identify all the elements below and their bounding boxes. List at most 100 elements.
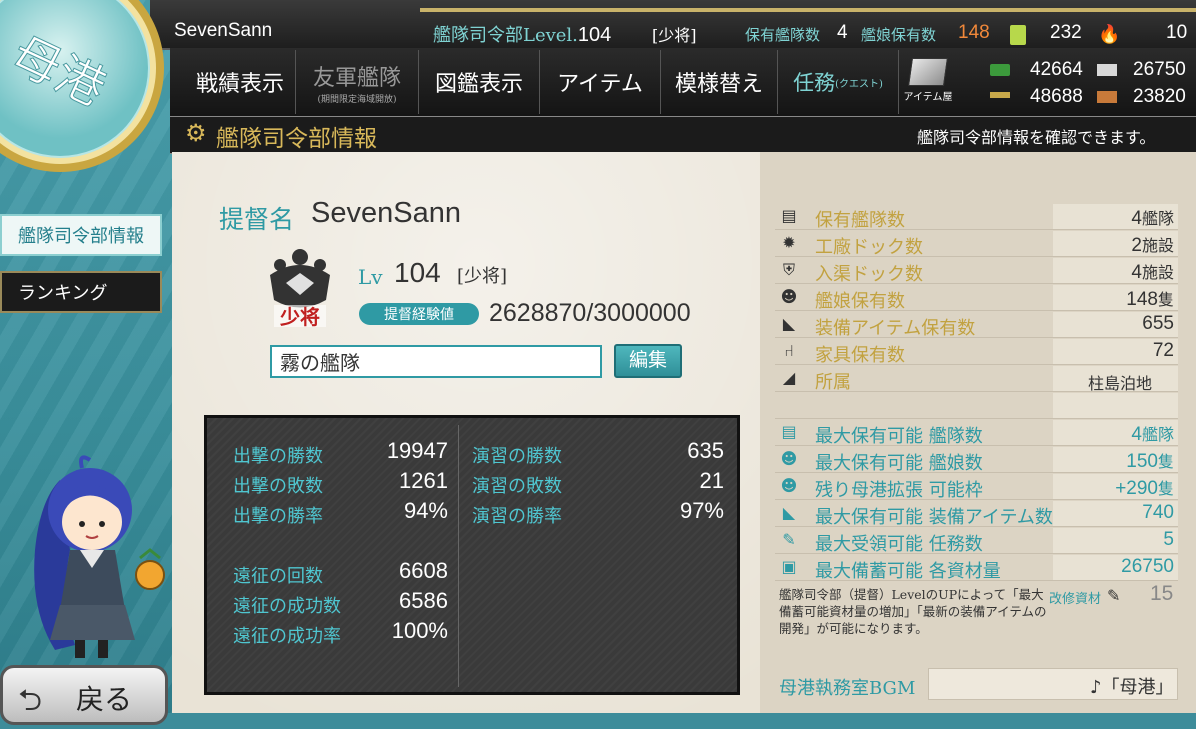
fleet-icon: ▤ <box>781 422 797 441</box>
sidebar-item-hq-info[interactable]: 艦隊司令部情報 <box>0 214 162 256</box>
edit-comment-button[interactable]: 編集 <box>614 344 682 378</box>
nav-album-button[interactable]: 図鑑表示 <box>419 50 540 114</box>
info-value: 4艦隊 <box>1131 208 1174 229</box>
expedition-count-label: 遠征の回数 <box>233 566 323 587</box>
exercise-losses: 21 <box>699 468 724 493</box>
info-row-build-docks: ✹ 工廠ドック数 2施設 <box>775 231 1178 258</box>
sortie-rate-label: 出撃の勝率 <box>233 506 323 527</box>
repair-dock-icon: ⛨ <box>782 260 795 279</box>
sidebar-item-label: ランキング <box>18 283 108 303</box>
nav-quest-label: 任務 <box>793 71 836 95</box>
level-label: Lv <box>358 265 383 289</box>
dev-material-count: 10 <box>1166 22 1188 43</box>
nav-quest-sub: (クエスト) <box>835 78 883 90</box>
sortie-wins-label: 出撃の勝数 <box>233 446 323 467</box>
info-value: 148隻 <box>1126 289 1174 310</box>
info-row-empty <box>775 393 1178 419</box>
max-row-equipment: ◣ 最大保有可能 装備アイテム数 740 <box>775 501 1178 528</box>
bgm-value: ♪「母港」 <box>1090 677 1174 698</box>
hq-level-label: 艦隊司令部Level. <box>433 25 578 46</box>
admiral-level: 104 <box>394 257 441 288</box>
expedition-rate-label: 遠征の成功率 <box>233 626 341 647</box>
shipgirl-icon: ☻ <box>780 287 798 306</box>
admiral-name: SevenSann <box>311 197 461 229</box>
level-up-note: 艦隊司令部（提督）LevelのUPによって「最大備蓄可能資材量の増加」「最新の装… <box>779 587 1047 636</box>
nav-quest-button[interactable]: 任務 (クエスト) <box>778 50 899 114</box>
secretary-shipgirl <box>34 455 165 658</box>
equipment-icon: ◣ <box>782 503 796 522</box>
info-row-shipgirls: ☻ 艦娘保有数 148隻 <box>775 285 1178 312</box>
exercise-losses-label: 演習の敗数 <box>472 476 562 497</box>
steel-value: 26750 <box>1133 59 1186 80</box>
back-arrow-icon: ⮌ <box>18 683 43 718</box>
improvement-material-label: 改修資材 <box>1049 592 1102 607</box>
fleet-icon: ▤ <box>781 206 797 225</box>
hq-level: 艦隊司令部Level.104 <box>433 21 611 47</box>
exercise-rate-label: 演習の勝率 <box>472 506 562 527</box>
info-row-furniture: ⑁ 家具保有数 72 <box>775 339 1178 366</box>
admiral-rank: [少将] <box>457 266 508 287</box>
sortie-losses: 1261 <box>399 468 448 493</box>
nav-record-button[interactable]: 戦績表示 <box>185 50 296 114</box>
nav-friend-fleet-sub: (期間限定海域開放) <box>317 94 397 105</box>
shop-icon <box>908 58 948 86</box>
expedition-count: 6608 <box>399 558 448 583</box>
page-title: 艦隊司令部情報 <box>216 126 377 152</box>
bauxite-icon <box>1097 91 1117 103</box>
equipment-icon: ◣ <box>782 314 796 333</box>
nav-interior-label: 模様替え <box>674 72 763 97</box>
item-shop-label: アイテム屋 <box>903 92 953 103</box>
torch-icon: 🔥 <box>1098 24 1121 45</box>
furniture-icon: ⑁ <box>784 341 794 360</box>
shipgirl-count: 148 <box>958 22 990 43</box>
exercise-wins-label: 演習の勝数 <box>472 446 562 467</box>
fleet-count-label: 保有艦隊数 <box>745 26 821 44</box>
rank-emblem-icon: 少将 <box>270 249 330 329</box>
gear-icon: ✹ <box>782 233 796 252</box>
hq-level-value: 104 <box>577 24 612 46</box>
admiral-name-label: 提督名 <box>219 205 295 234</box>
sidebar-item-label: 艦隊司令部情報 <box>18 226 144 246</box>
max-row-shipgirls: ☻ 最大保有可能 艦娘数 150隻 <box>775 447 1178 474</box>
info-value: 740 <box>1142 502 1174 523</box>
item-shop-button[interactable]: アイテム屋 <box>902 58 954 104</box>
shipgirl-count-label: 艦娘保有数 <box>861 26 937 44</box>
rank-emblem-text: 少将 <box>279 305 320 329</box>
quest-icon: ✎ <box>782 530 796 549</box>
fuel-icon <box>990 64 1010 76</box>
exercise-wins: 635 <box>687 438 724 463</box>
improvement-material-value: 15 <box>1150 582 1174 605</box>
max-row-quests: ✎ 最大受領可能 任務数 5 <box>775 528 1178 555</box>
info-row-fleets: ▤ 保有艦隊数 4艦隊 <box>775 204 1178 231</box>
info-value: 26750 <box>1121 556 1174 577</box>
expedition-success: 6586 <box>399 588 448 613</box>
nav-friend-fleet-button[interactable]: 友軍艦隊 (期間限定海域開放) <box>296 50 419 114</box>
stats-divider <box>458 425 459 687</box>
base-icon: ◢ <box>782 368 796 387</box>
info-value: 72 <box>1152 340 1174 361</box>
info-value: 150隻 <box>1126 451 1174 472</box>
bauxite-value: 23820 <box>1133 86 1186 107</box>
nav-items-button[interactable]: アイテム <box>540 50 661 114</box>
bgm-label: 母港執務室BGM <box>779 678 916 699</box>
gear-icon: ⚙ <box>185 119 207 147</box>
info-row-base: ◢ 所属 柱島泊地 <box>775 366 1178 393</box>
info-value: 4艦隊 <box>1131 424 1174 445</box>
screwdriver-icon: ✎ <box>1107 586 1121 605</box>
sortie-wins: 19947 <box>386 438 448 463</box>
info-row-equipment: ◣ 装備アイテム保有数 655 <box>775 312 1178 339</box>
admiral-exp: 2628870/3000000 <box>489 299 691 327</box>
steel-icon <box>1097 64 1117 76</box>
home-port-emblem: 母港 <box>0 0 164 172</box>
info-value: 2施設 <box>1131 235 1174 256</box>
info-value: 5 <box>1163 529 1174 550</box>
nav-items-label: アイテム <box>557 72 643 97</box>
info-value: +290隻 <box>1115 478 1174 499</box>
player-name: SevenSann <box>174 20 273 41</box>
info-row-repair-docks: ⛨ 入渠ドック数 4施設 <box>775 258 1178 285</box>
exercise-rate: 97% <box>679 498 724 523</box>
fleet-comment-input[interactable] <box>270 345 602 378</box>
sidebar-item-ranking[interactable]: ランキング <box>0 271 162 313</box>
nav-interior-button[interactable]: 模様替え <box>661 50 778 114</box>
hq-rank: [少将] <box>652 26 697 45</box>
